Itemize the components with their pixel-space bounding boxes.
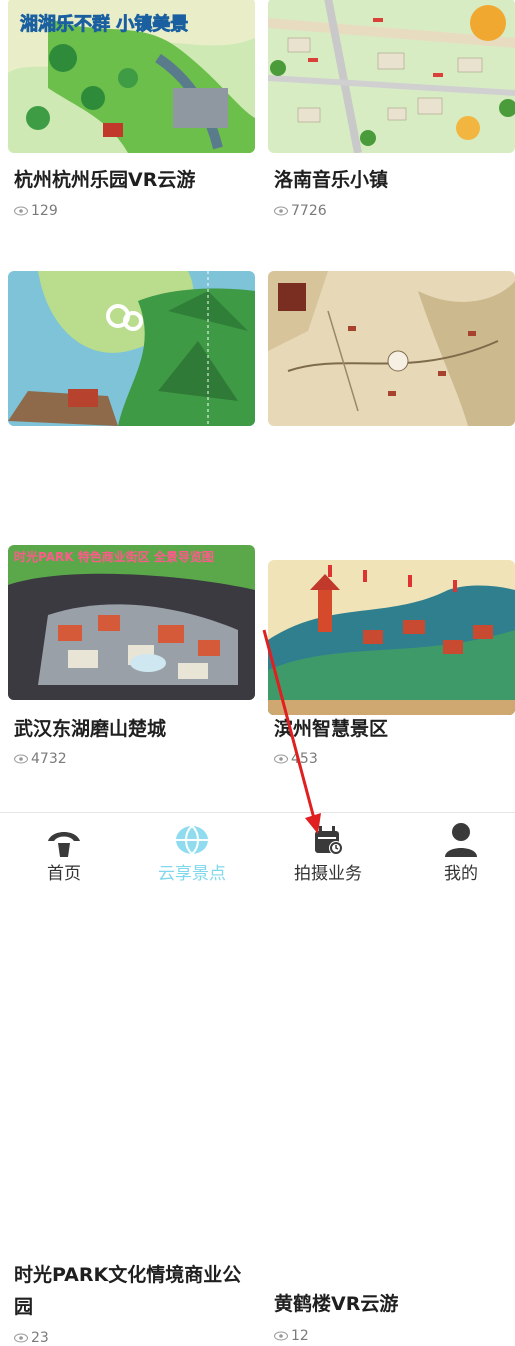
view-count-value: 129 — [31, 203, 58, 219]
eye-icon — [274, 206, 288, 216]
tab-photo-service[interactable]: 拍摄业务 — [264, 813, 392, 885]
view-count: 129 — [14, 203, 58, 219]
card-thumbnail[interactable] — [8, 271, 255, 426]
view-count-value: 23 — [31, 1330, 49, 1346]
view-count: 23 — [14, 1330, 49, 1346]
card-title[interactable]: 洛南音乐小镇 — [274, 164, 514, 196]
eye-icon — [14, 206, 28, 216]
tab-label: 首页 — [47, 864, 81, 884]
user-icon — [445, 823, 477, 857]
eye-icon — [274, 1331, 288, 1341]
home-icon — [48, 832, 80, 857]
view-count-value: 7726 — [291, 203, 327, 219]
eye-icon — [14, 1333, 28, 1343]
view-count-value: 4732 — [31, 751, 67, 767]
tab-label: 拍摄业务 — [294, 864, 362, 884]
tab-mine[interactable]: 我的 — [397, 813, 515, 885]
eye-icon — [14, 754, 28, 764]
card-title[interactable]: 黄鹤楼VR云游 — [274, 1288, 514, 1320]
tab-scenic-spots[interactable]: 云享景点 — [128, 813, 256, 885]
view-count: 453 — [274, 751, 318, 767]
view-count-value: 453 — [291, 751, 318, 767]
tab-label: 云享景点 — [158, 864, 226, 884]
view-count: 12 — [274, 1328, 309, 1344]
card-thumbnail[interactable]: 湘湘乐不群 小镇美景 — [8, 0, 255, 153]
view-count: 7726 — [274, 203, 327, 219]
eye-icon — [274, 754, 288, 764]
thumb-overlay-text: 时光PARK 特色商业街区 全景导览图 — [14, 549, 214, 564]
bottom-tab-bar: 首页 云享景点 拍摄业务 我的 — [0, 812, 515, 885]
card-thumbnail[interactable] — [268, 271, 515, 426]
view-count: 4732 — [14, 751, 67, 767]
tab-home[interactable]: 首页 — [0, 813, 128, 885]
globe-icon — [176, 825, 208, 855]
thumb-overlay-text: 湘湘乐不群 小镇美景 — [20, 13, 188, 35]
card-thumbnail[interactable]: 时光PARK 特色商业街区 全景导览图 — [8, 545, 255, 700]
card-title[interactable]: 武汉东湖磨山楚城 — [14, 713, 254, 745]
card-title[interactable]: 时光PARK文化情境商业公园 — [14, 1259, 254, 1323]
card-thumbnail[interactable] — [268, 0, 515, 153]
card-title[interactable]: 滨州智慧景区 — [274, 713, 514, 745]
view-count-value: 12 — [291, 1328, 309, 1344]
card-thumbnail[interactable] — [268, 560, 515, 715]
tab-label: 我的 — [444, 864, 478, 884]
card-title[interactable]: 杭州杭州乐园VR云游 — [14, 164, 254, 196]
camera-calendar-icon — [315, 826, 343, 855]
